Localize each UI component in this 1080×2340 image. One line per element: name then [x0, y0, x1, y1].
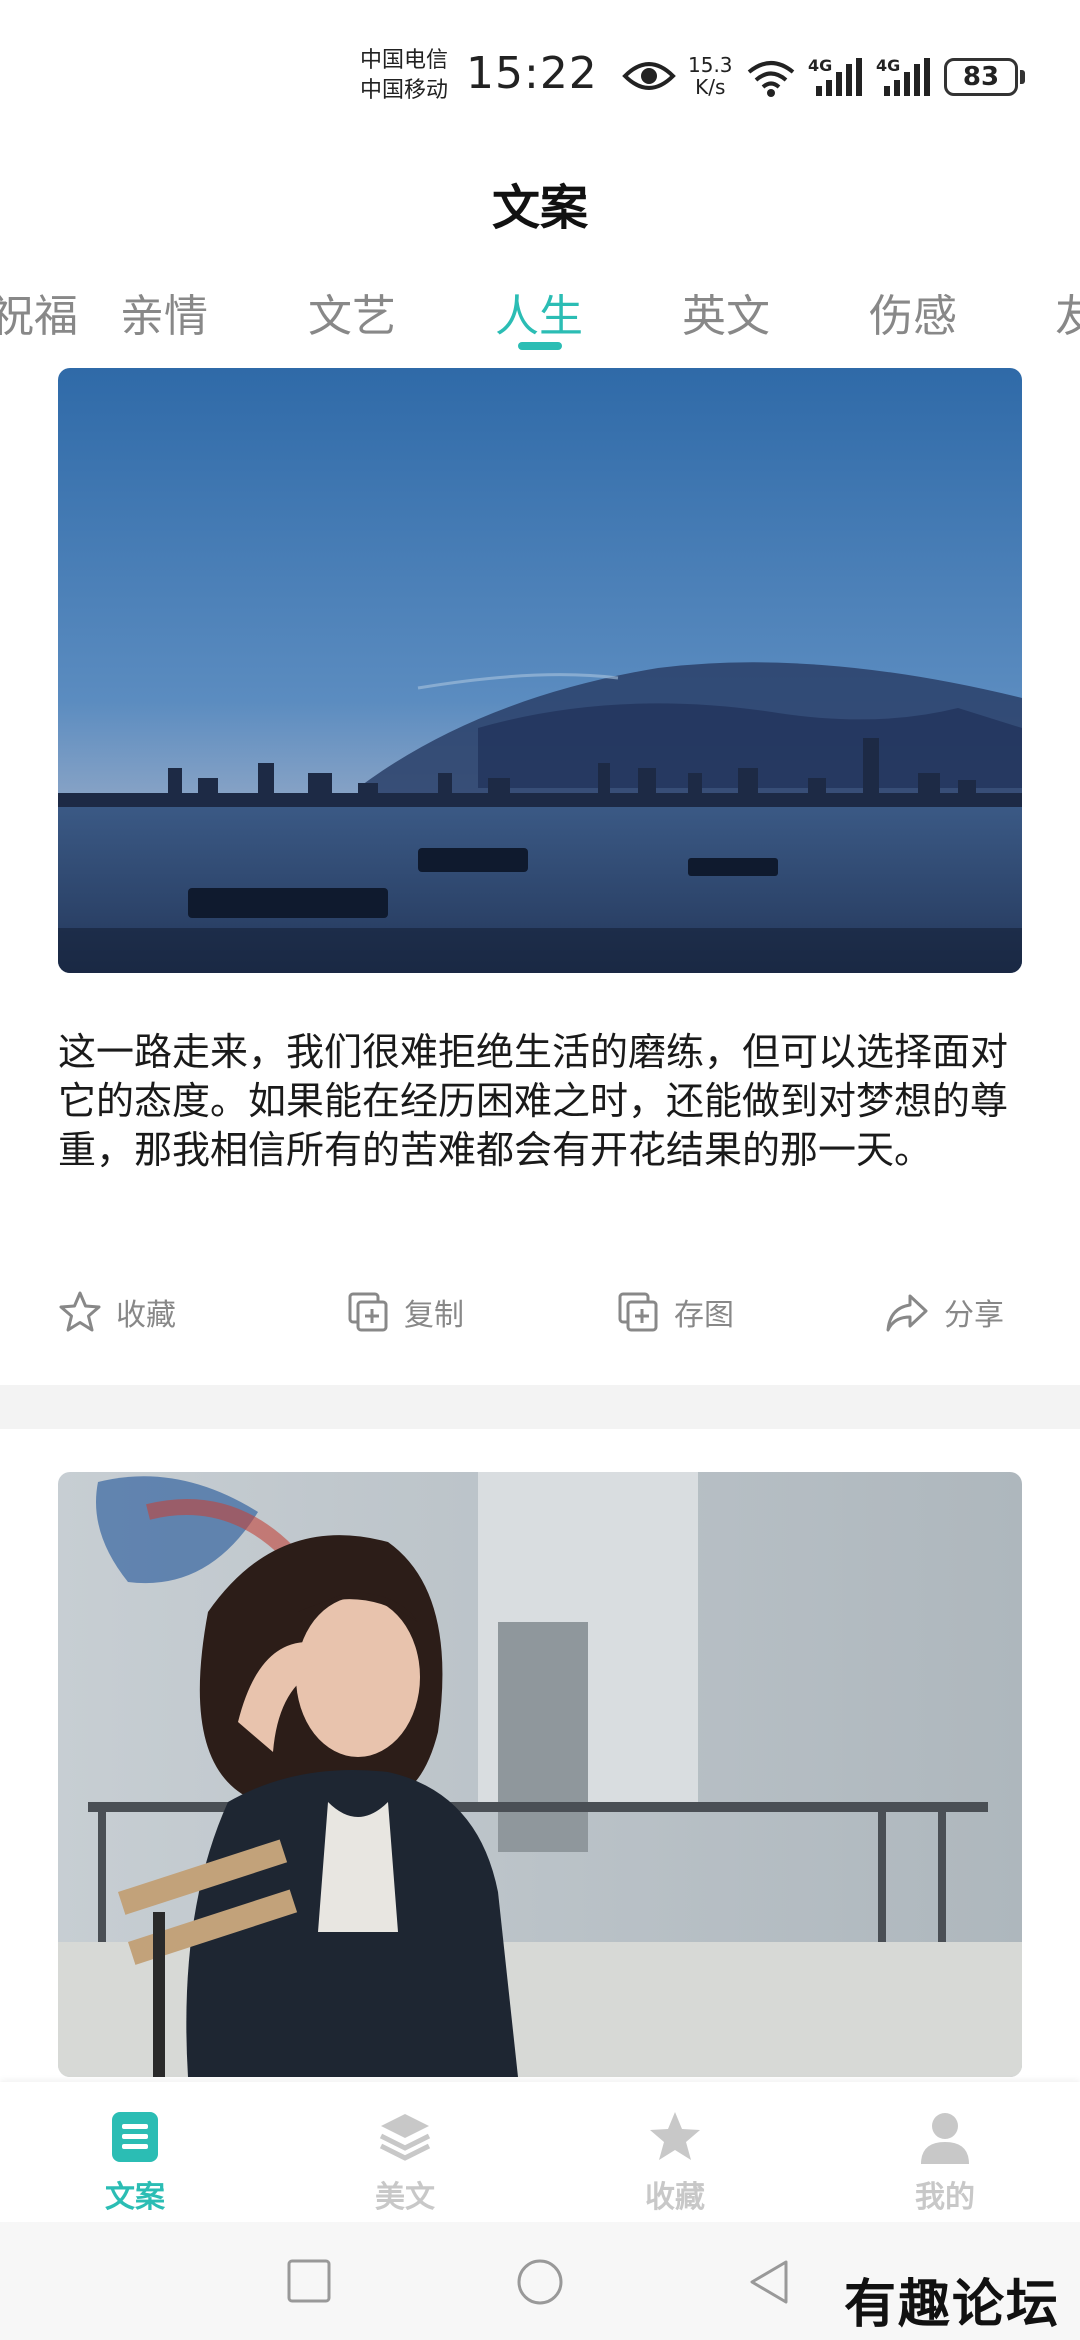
harbor-photo: [58, 368, 1022, 973]
wifi-icon: [747, 61, 795, 97]
favorite-label: 收藏: [116, 1298, 176, 1333]
nav-item-essays[interactable]: 美文: [345, 2110, 465, 2216]
list-document-icon: [112, 2112, 158, 2162]
tab-family[interactable]: 亲情: [120, 280, 208, 344]
carrier-2: 中国移动: [360, 78, 449, 103]
nav-label-favorites: 收藏: [645, 2180, 705, 2215]
nav-item-copywriting[interactable]: 文案: [75, 2110, 195, 2216]
copy-icon: [348, 1292, 388, 1332]
favorite-button[interactable]: 收藏: [58, 1290, 176, 1334]
tab-sad[interactable]: 伤感: [869, 280, 957, 344]
bottom-nav: 文案 美文 收藏 我的: [0, 2082, 1080, 2222]
woman-photo: [58, 1472, 1022, 2077]
save-image-label: 存图: [674, 1298, 734, 1333]
save-image-button[interactable]: 存图: [616, 1290, 734, 1334]
quote-text: 这一路走来，我们很难拒绝生活的磨练，但可以选择面对它的态度。如果能在经历困难之时…: [58, 1030, 1009, 1172]
tab-blessing[interactable]: 祝福: [0, 280, 78, 344]
card-actions: 收藏 复制 存图 分享: [0, 1290, 1080, 1340]
carrier-labels: 中国电信 中国移动: [360, 46, 448, 106]
net-speed: 15.3 K/s: [688, 54, 733, 98]
battery-indicator: 83: [944, 58, 1018, 96]
star-icon: [650, 2112, 700, 2160]
net-speed-unit: K/s: [695, 75, 726, 99]
carrier-1: 中国电信: [360, 48, 449, 73]
share-icon: [886, 1294, 928, 1332]
save-image-icon: [618, 1292, 658, 1332]
tab-literary[interactable]: 文艺: [308, 280, 396, 344]
nav-item-profile[interactable]: 我的: [885, 2110, 1005, 2216]
copy-label: 复制: [404, 1298, 464, 1333]
signal-bars-icon: [816, 58, 862, 96]
net-speed-value: 15.3: [688, 53, 733, 77]
back-icon[interactable]: [746, 2258, 792, 2306]
battery-tip: [1020, 70, 1025, 84]
tab-life[interactable]: 人生: [495, 280, 583, 344]
card-image-harbor[interactable]: [58, 368, 1022, 973]
nav-label-copywriting: 文案: [105, 2180, 165, 2215]
nav-label-profile: 我的: [915, 2180, 975, 2215]
tab-friend[interactable]: 友: [1055, 280, 1080, 344]
share-button[interactable]: 分享: [884, 1290, 1004, 1334]
layers-icon: [379, 2114, 431, 2161]
user-icon: [921, 2113, 969, 2164]
tab-english[interactable]: 英文: [682, 280, 770, 344]
star-outline-icon: [59, 1291, 101, 1332]
card-image-woman[interactable]: [58, 1472, 1022, 2077]
page-title: 文案: [491, 180, 588, 236]
recent-apps-icon[interactable]: [286, 2258, 332, 2304]
copy-button[interactable]: 复制: [346, 1290, 464, 1334]
status-bar: 中国电信 中国移动 15:22 15.3 K/s 4G 4G 83: [0, 0, 1080, 150]
nav-item-favorites[interactable]: 收藏: [615, 2110, 735, 2216]
nav-label-essays: 美文: [375, 2180, 435, 2215]
card-divider: [0, 1385, 1080, 1429]
signal-bars-icon: [884, 58, 930, 96]
home-icon[interactable]: [516, 2258, 564, 2306]
share-label: 分享: [944, 1298, 1004, 1333]
status-time: 15:22: [466, 48, 598, 99]
watermark-logo: 有趣论坛: [843, 2274, 1060, 2335]
eye-icon: [622, 62, 676, 90]
active-tab-indicator: [518, 342, 562, 350]
